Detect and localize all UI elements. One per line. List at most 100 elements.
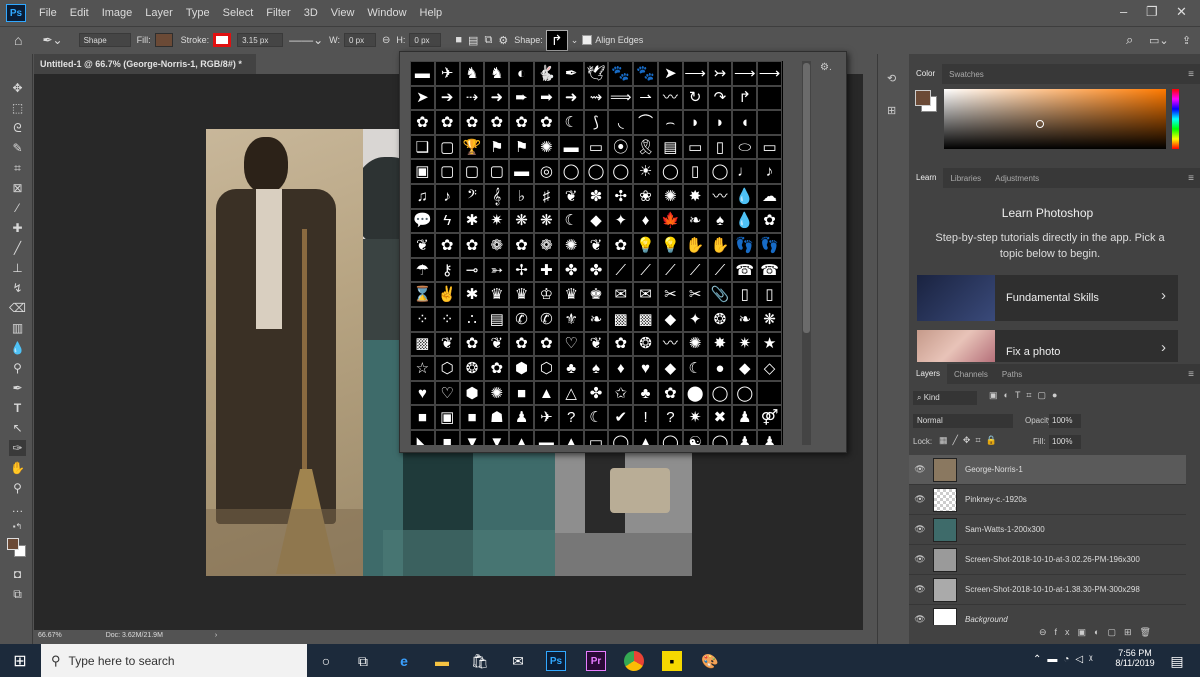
layer-row[interactable]: 👁 Pinkney-c.-1920s: [909, 485, 1186, 515]
shape-cell[interactable]: ◟: [608, 110, 634, 135]
shape-cell[interactable]: ⚑: [484, 134, 510, 160]
more-tools-icon[interactable]: …: [9, 500, 26, 516]
shape-cell[interactable]: ▢: [459, 159, 485, 184]
hue-slider[interactable]: [1172, 89, 1179, 149]
shape-cell[interactable]: ✸: [682, 183, 708, 209]
shape-cell[interactable]: ✤: [583, 257, 609, 283]
stamp-tool-icon[interactable]: ⊥: [9, 260, 26, 276]
menu-3d[interactable]: 3D: [304, 7, 318, 19]
shape-cell[interactable]: ♫: [410, 183, 435, 209]
shape-cell[interactable]: ◯: [657, 159, 683, 184]
shape-cell[interactable]: ♣: [633, 380, 658, 406]
shape-cell[interactable]: ⇝: [583, 85, 609, 111]
crop-tool-icon[interactable]: ⌗: [9, 160, 26, 176]
shape-cell[interactable]: ⟋: [682, 257, 708, 283]
shape-cell[interactable]: ▲: [558, 429, 584, 445]
shape-cell[interactable]: △: [558, 380, 584, 406]
shape-cell[interactable]: ❋: [509, 208, 534, 234]
shape-cell[interactable]: ↣: [707, 61, 733, 86]
shape-cell[interactable]: ♪: [757, 159, 782, 184]
shape-cell[interactable]: ➤: [657, 61, 683, 86]
shape-cell[interactable]: ❁: [484, 233, 510, 258]
workspace-icon[interactable]: ▭⌄: [1149, 34, 1169, 47]
shape-cell[interactable]: 🐾: [633, 61, 658, 86]
shape-cell[interactable]: ◯: [707, 429, 733, 445]
edge-icon[interactable]: e: [394, 651, 414, 671]
shape-cell[interactable]: ⟶: [732, 61, 758, 86]
shape-cell[interactable]: ☆: [410, 356, 435, 381]
lock-icons[interactable]: ▦╱✥⌗🔒: [939, 435, 1002, 446]
shape-cell[interactable]: ⌒: [633, 110, 658, 135]
shape-cell[interactable]: ✒: [558, 61, 584, 86]
shape-cell[interactable]: ☎: [732, 257, 758, 283]
shape-cell[interactable]: ⟋: [707, 257, 733, 283]
shape-cell[interactable]: ✚: [533, 257, 559, 283]
shape-cell[interactable]: ☁: [757, 183, 782, 209]
notifications-icon[interactable]: ▤: [1167, 651, 1187, 671]
shape-cell[interactable]: ▭: [583, 429, 609, 445]
home-icon[interactable]: ⌂: [14, 32, 22, 48]
shape-cell[interactable]: ⚜: [558, 306, 584, 332]
shape-cell[interactable]: ♛: [509, 282, 534, 307]
shape-cell[interactable]: ❋: [533, 208, 559, 234]
shape-cell[interactable]: ⬢: [459, 380, 485, 406]
menu-layer[interactable]: Layer: [145, 7, 173, 19]
shape-cell[interactable]: ♛: [484, 282, 510, 307]
shape-cell[interactable]: ✋: [682, 233, 708, 258]
shape-cell[interactable]: ❦: [558, 183, 584, 209]
shape-cell[interactable]: ✽: [583, 183, 609, 209]
shape-cell[interactable]: ⟋: [633, 257, 658, 283]
shape-cell[interactable]: ◣: [410, 429, 435, 445]
shape-cell[interactable]: 𝄞: [484, 183, 510, 209]
shape-cell[interactable]: ✩: [608, 380, 634, 406]
shape-cell[interactable]: ❂: [459, 356, 485, 381]
tab-layers[interactable]: Layers: [909, 364, 948, 384]
shape-cell[interactable]: ▲: [633, 429, 658, 445]
shape-cell[interactable]: ♡: [558, 331, 584, 357]
eyedropper-tool-icon[interactable]: ⁄: [9, 200, 26, 216]
shape-cell[interactable]: ▬: [533, 429, 559, 445]
shape-cell[interactable]: ✿: [484, 110, 510, 135]
shape-cell[interactable]: ϟ: [434, 208, 460, 234]
shape-cell[interactable]: ✸: [707, 331, 733, 357]
shape-cell[interactable]: ✤: [558, 257, 584, 283]
fill-input[interactable]: 100%: [1049, 435, 1081, 449]
shape-cell[interactable]: [757, 85, 782, 111]
shape-cell[interactable]: ☾: [583, 405, 609, 430]
shape-cell[interactable]: ∴: [459, 306, 485, 332]
layer-row[interactable]: 👁 Background: [909, 605, 1186, 625]
shape-cell[interactable]: ▯: [707, 134, 733, 160]
shape-cell[interactable]: ❦: [410, 233, 435, 258]
shape-cell[interactable]: ▲: [533, 380, 559, 406]
shape-cell[interactable]: 🎗: [633, 134, 658, 160]
blend-mode-select[interactable]: Normal: [913, 414, 1013, 428]
shape-cell[interactable]: ■: [410, 405, 435, 430]
shape-cell[interactable]: ⊸: [459, 257, 485, 283]
shape-cell[interactable]: ♟: [732, 405, 758, 430]
cortana-icon[interactable]: ○: [316, 651, 336, 671]
shape-cell[interactable]: ◯: [707, 380, 733, 406]
shape-cell[interactable]: ✤: [583, 380, 609, 406]
shape-cell[interactable]: 〰: [657, 85, 683, 111]
paint-icon[interactable]: 🎨: [700, 651, 720, 671]
shape-cell[interactable]: ▼: [484, 429, 510, 445]
path-alignment-icon[interactable]: ▤: [468, 34, 478, 47]
shape-cell[interactable]: ▩: [410, 331, 435, 357]
align-edges-checkbox[interactable]: [582, 35, 593, 45]
quick-mask-icon[interactable]: ◘: [9, 566, 26, 582]
shape-cell[interactable]: ♩: [732, 159, 758, 184]
windows-start-icon[interactable]: ⊞: [10, 651, 30, 671]
tool-mode-select[interactable]: Shape: [78, 33, 131, 47]
shape-cell[interactable]: ◗: [707, 110, 733, 135]
shape-cell[interactable]: ⇢: [459, 85, 485, 111]
layer-filter-select[interactable]: ⌕ Kind: [913, 391, 977, 405]
shape-cell[interactable]: ♣: [558, 356, 584, 381]
shape-cell[interactable]: ✿: [533, 110, 559, 135]
shape-cell[interactable]: ❀: [633, 183, 658, 209]
shape-cell[interactable]: 💡: [657, 233, 683, 258]
shape-cell[interactable]: ◆: [657, 306, 683, 332]
shape-cell[interactable]: ✷: [682, 405, 708, 430]
shape-cell[interactable]: ♟: [757, 429, 782, 445]
shape-cell[interactable]: ✿: [533, 331, 559, 357]
shape-cell[interactable]: ⟶: [757, 61, 782, 86]
